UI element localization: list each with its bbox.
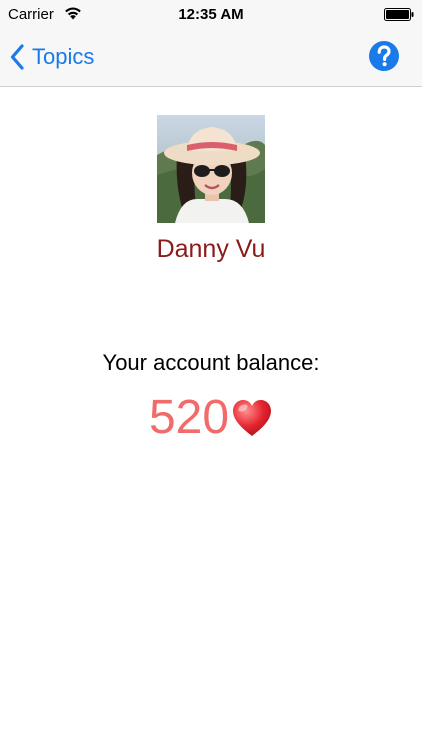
- navigation-bar: Topics: [0, 30, 422, 87]
- user-name: Danny Vu: [156, 235, 266, 263]
- status-time: 12:35 AM: [178, 6, 244, 23]
- back-button[interactable]: Topics: [10, 42, 94, 72]
- heart-icon: [233, 400, 272, 436]
- help-icon[interactable]: [368, 40, 400, 72]
- back-button-label: Topics: [32, 44, 95, 69]
- balance-value: 520: [148, 391, 230, 444]
- avatar: [157, 115, 265, 223]
- battery-icon: [384, 8, 414, 21]
- balance-label: Your account balance:: [102, 350, 320, 375]
- status-bar: Carrier 12:35 AM: [0, 0, 422, 30]
- balance-display: 520: [0, 392, 422, 444]
- chevron-left-icon: [10, 44, 24, 70]
